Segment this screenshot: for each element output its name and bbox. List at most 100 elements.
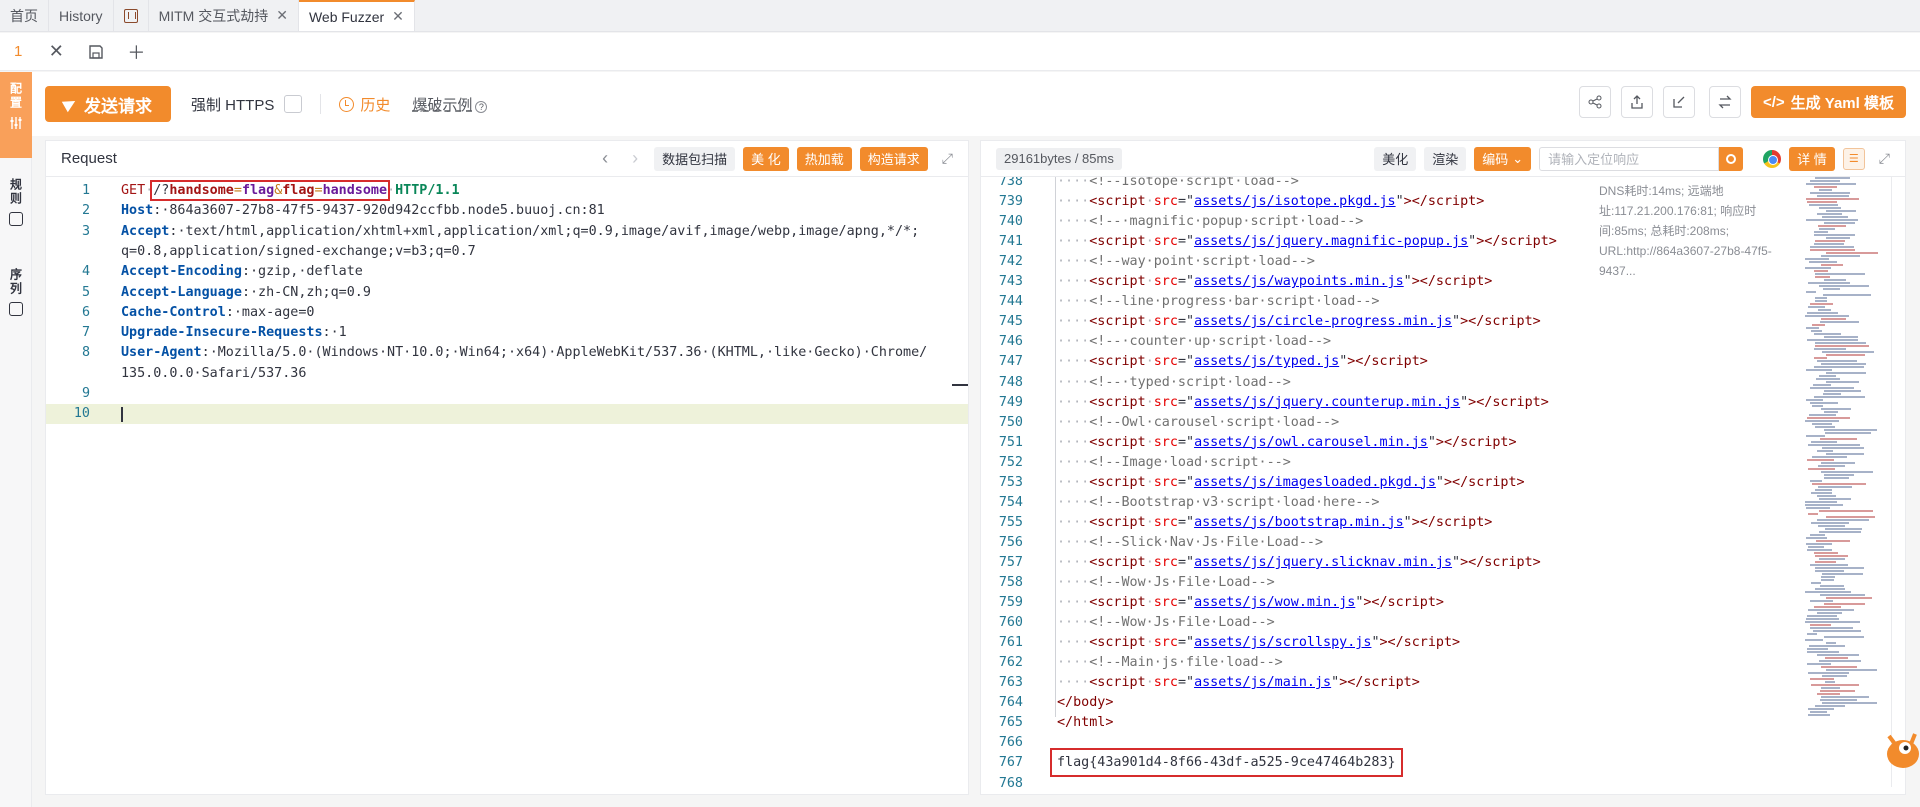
line-number: 758 bbox=[998, 575, 1023, 590]
code-line: 746 ····<!--·counter·up·script·load--> bbox=[981, 332, 1905, 352]
response-actions: 美化 渲染 编码 ⌄ 请输入定位响应 详 情 ☰ ⤢ bbox=[1374, 146, 1890, 171]
script-src-link[interactable]: assets/js/jquery.slicknav.min.js bbox=[1194, 555, 1452, 570]
close-icon[interactable]: ✕ bbox=[36, 41, 76, 62]
line-number: 754 bbox=[998, 494, 1023, 510]
script-src-link[interactable]: assets/js/jquery.counterup.min.js bbox=[1194, 395, 1460, 410]
tab-plugin[interactable] bbox=[114, 0, 149, 31]
script-src-link[interactable]: assets/js/bootstrap.min.js bbox=[1194, 515, 1404, 530]
header-value: ·1 bbox=[330, 325, 347, 341]
encode-dropdown[interactable]: 编码 ⌄ bbox=[1474, 146, 1532, 171]
expand-icon[interactable]: ⤢ bbox=[1879, 150, 1890, 167]
message-icon[interactable]: ☰ bbox=[1842, 147, 1865, 170]
tab-home[interactable]: 首页 bbox=[0, 0, 49, 31]
code-line: 765 </html> bbox=[981, 713, 1905, 733]
request-actions: ‹ › 数据包扫描 美 化 热加载 构造请求 ⤢ bbox=[594, 146, 953, 171]
line-number: 746 bbox=[998, 334, 1023, 350]
chrome-icon[interactable] bbox=[1763, 149, 1782, 168]
indent-marker: ···· bbox=[1057, 655, 1090, 671]
tag-close: ></script> bbox=[1460, 314, 1541, 330]
line-text: ····<!--·counter·up·script·load--> bbox=[1057, 332, 1331, 352]
tag-open: <script bbox=[1089, 194, 1146, 210]
beautify-button[interactable]: 美化 bbox=[1374, 146, 1417, 171]
code-line: 748 ····<!--·typed·script·load--> bbox=[981, 373, 1905, 393]
packet-scan-button[interactable]: 数据包扫描 bbox=[654, 146, 736, 171]
beautify-button[interactable]: 美 化 bbox=[743, 146, 789, 171]
equals: =" bbox=[1177, 434, 1195, 450]
sub-tab-1[interactable]: 1 bbox=[0, 43, 36, 60]
script-src-link[interactable]: assets/js/imagesloaded.pkgd.js bbox=[1194, 475, 1436, 490]
html-comment: <!--Owl·carousel·script·load--> bbox=[1089, 414, 1340, 430]
quote: " bbox=[1427, 434, 1436, 450]
chevron-right-icon[interactable]: › bbox=[624, 148, 646, 169]
path-prefix: /? bbox=[153, 183, 170, 198]
line-text: ····<script·src="assets/js/waypoints.min… bbox=[1057, 272, 1492, 292]
header-value: ·Mozilla/5.0·(Windows·NT·10.0;·Win64;·x6… bbox=[209, 345, 928, 361]
line-text: ····<script·src="assets/js/imagesloaded.… bbox=[1057, 473, 1525, 493]
script-src-link[interactable]: assets/js/jquery.magnific-popup.js bbox=[1194, 234, 1468, 249]
response-editor[interactable]: DNS耗时:14ms; 远端地址:117.21.200.176:81; 响应时间… bbox=[981, 177, 1905, 794]
tab-mitm[interactable]: MITM 交互式劫持 ✕ bbox=[149, 0, 299, 31]
hotload-button[interactable]: 热加载 bbox=[796, 146, 852, 171]
edit-icon[interactable] bbox=[1662, 86, 1695, 118]
chevron-left-icon[interactable]: ‹ bbox=[594, 148, 616, 169]
force-https-checkbox[interactable] bbox=[284, 95, 303, 113]
tab-label: 首页 bbox=[10, 7, 38, 24]
generate-yaml-button[interactable]: </> 生成 Yaml 模板 bbox=[1750, 86, 1906, 118]
sidebar-item-sequence[interactable]: 序列 bbox=[0, 258, 32, 338]
history-button[interactable]: 历史 bbox=[339, 94, 390, 115]
line-text: ····<script·src="assets/js/bootstrap.min… bbox=[1057, 513, 1492, 533]
script-src-link[interactable]: assets/js/scrollspy.js bbox=[1194, 635, 1371, 650]
line-number: 757 bbox=[998, 554, 1023, 570]
quote: " bbox=[1331, 675, 1340, 691]
line-number: 745 bbox=[998, 314, 1023, 330]
html-comment: <!--·counter·up·script·load--> bbox=[1089, 334, 1332, 350]
line-number: 6 bbox=[81, 304, 90, 320]
line-text: ····<!--Image·load·script·--> bbox=[1057, 453, 1291, 473]
space-marker: · bbox=[1145, 635, 1154, 651]
param-value: handsome bbox=[322, 183, 388, 198]
search-icon[interactable] bbox=[1719, 146, 1744, 171]
code-line: 8 User-Agent:·Mozilla/5.0·(Windows·NT·10.… bbox=[46, 343, 968, 363]
script-src-link[interactable]: assets/js/main.js bbox=[1194, 675, 1331, 690]
close-icon[interactable]: ✕ bbox=[276, 7, 288, 24]
header-key: User-Agent bbox=[121, 345, 202, 361]
equals: =" bbox=[1177, 595, 1195, 611]
add-icon[interactable]: ＋ bbox=[116, 39, 156, 65]
line-number: 765 bbox=[998, 715, 1023, 731]
render-button[interactable]: 渲染 bbox=[1424, 146, 1467, 171]
close-icon[interactable]: ✕ bbox=[392, 8, 404, 25]
blast-example-link[interactable]: 爆破示例? bbox=[412, 94, 488, 115]
indent-marker: ···· bbox=[1057, 615, 1090, 631]
script-src-link[interactable]: assets/js/waypoints.min.js bbox=[1194, 274, 1404, 289]
build-request-button[interactable]: 构造请求 bbox=[859, 146, 928, 171]
swap-icon[interactable] bbox=[1708, 86, 1741, 118]
tag-close: ></script> bbox=[1411, 514, 1493, 530]
sidebar-item-rules[interactable]: 规则 bbox=[0, 168, 32, 248]
script-src-link[interactable]: assets/js/owl.carousel.min.js bbox=[1194, 435, 1428, 450]
line-text: ····<script·src="assets/js/isotope.pkgd.… bbox=[1057, 192, 1484, 212]
request-editor[interactable]: 1 GET·/?handsome=flag&flag=handsome·HTTP/… bbox=[46, 177, 968, 794]
script-src-link[interactable]: assets/js/wow.min.js bbox=[1194, 595, 1355, 610]
export-icon[interactable] bbox=[1620, 86, 1653, 118]
detail-button[interactable]: 详 情 bbox=[1789, 146, 1835, 171]
quote: " bbox=[1371, 635, 1380, 651]
sidebar-item-config[interactable]: 配置 bbox=[0, 72, 32, 158]
line-number: 750 bbox=[998, 414, 1023, 430]
tab-web-fuzzer[interactable]: Web Fuzzer ✕ bbox=[298, 0, 415, 31]
line-number: 743 bbox=[998, 274, 1023, 290]
script-src-link[interactable]: assets/js/typed.js bbox=[1194, 354, 1339, 369]
save-icon[interactable] bbox=[76, 44, 116, 60]
share-icon[interactable] bbox=[1578, 86, 1611, 118]
equals: =" bbox=[1177, 194, 1195, 210]
header-key: Accept-Language bbox=[121, 284, 242, 300]
indent-marker: ···· bbox=[1057, 474, 1090, 490]
attr-name: src bbox=[1153, 274, 1178, 290]
expand-icon[interactable]: ⤢ bbox=[942, 150, 953, 167]
code-line: 752 ····<!--Image·load·script·--> bbox=[981, 453, 1905, 473]
script-src-link[interactable]: assets/js/isotope.pkgd.js bbox=[1194, 194, 1396, 209]
script-src-link[interactable]: assets/js/circle-progress.min.js bbox=[1194, 314, 1452, 329]
send-request-button[interactable]: 发送请求 bbox=[45, 86, 171, 122]
locate-search-input[interactable]: 请输入定位响应 bbox=[1539, 146, 1720, 171]
tab-label: MITM 交互式劫持 bbox=[158, 7, 269, 24]
tab-history[interactable]: History bbox=[49, 0, 114, 31]
